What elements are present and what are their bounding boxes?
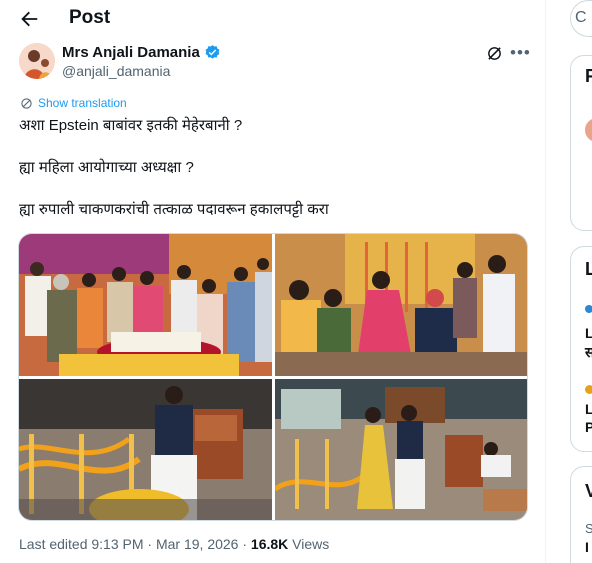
- card3-row2[interactable]: I: [585, 539, 589, 555]
- search-input[interactable]: C: [570, 0, 592, 37]
- views-label: Views: [288, 536, 330, 552]
- post-header: Post: [0, 0, 546, 40]
- card2-row1b: स: [585, 344, 592, 360]
- author-handle[interactable]: @anjali_damania: [62, 63, 170, 79]
- post-photo-3[interactable]: [19, 379, 272, 520]
- post-text-line-2: ह्या महिला आयोगाच्या अध्यक्षा ?: [19, 159, 194, 176]
- card3-letter: V: [585, 481, 592, 501]
- avatar[interactable]: [19, 43, 55, 79]
- card1-letter: F: [585, 66, 592, 86]
- card3-row1: S: [585, 521, 592, 536]
- search-glyph: C: [575, 9, 587, 26]
- sidebar-card-1: F: [570, 55, 592, 231]
- back-arrow-icon[interactable]: [18, 8, 40, 30]
- edited-timestamp[interactable]: Last edited 9:13 PM · Mar 19, 2026 ·: [19, 536, 251, 552]
- author-name-text[interactable]: Mrs Anjali Damania: [62, 44, 200, 61]
- card2-row2b: P: [585, 419, 592, 435]
- card2-row1[interactable]: L: [585, 325, 592, 341]
- more-icon[interactable]: •••: [510, 43, 531, 63]
- sidebar-card-2: L L स L P: [570, 246, 592, 452]
- page-title: Post: [69, 7, 111, 28]
- sidebar-card-3: V S I: [570, 466, 592, 563]
- post-text-line-1: अशा Epstein बाबांवर इतकी मेहेरबानी ?: [19, 117, 243, 134]
- show-translation-link[interactable]: Show translation: [20, 96, 127, 110]
- post-photo-2[interactable]: [275, 234, 527, 376]
- post-meta: Last edited 9:13 PM · Mar 19, 2026 · 16.…: [19, 536, 329, 552]
- post-photo-1[interactable]: [19, 234, 272, 376]
- card2-dot-1: [585, 305, 592, 313]
- right-sidebar: C F L L स L P V S I: [546, 0, 592, 563]
- card2-dot-2: [585, 385, 592, 394]
- post-column: Post Mrs Anjali Damania @anjali_damania …: [0, 0, 546, 563]
- translate-icon: [21, 97, 32, 109]
- media-grid: [18, 233, 528, 521]
- card2-row2[interactable]: L: [585, 401, 592, 417]
- card1-avatar[interactable]: [585, 118, 592, 142]
- card2-letter: L: [585, 259, 592, 279]
- views-count: 16.8K: [250, 536, 289, 552]
- author-name[interactable]: Mrs Anjali Damania: [62, 44, 221, 61]
- grok-icon[interactable]: [486, 45, 503, 62]
- post-text-line-3: ह्या रुपाली चाकणकरांची तत्काळ पदावरून हक…: [19, 201, 329, 218]
- show-translation-label[interactable]: Show translation: [38, 96, 127, 110]
- post-photo-4[interactable]: [275, 379, 527, 520]
- verified-badge-icon: [205, 45, 220, 59]
